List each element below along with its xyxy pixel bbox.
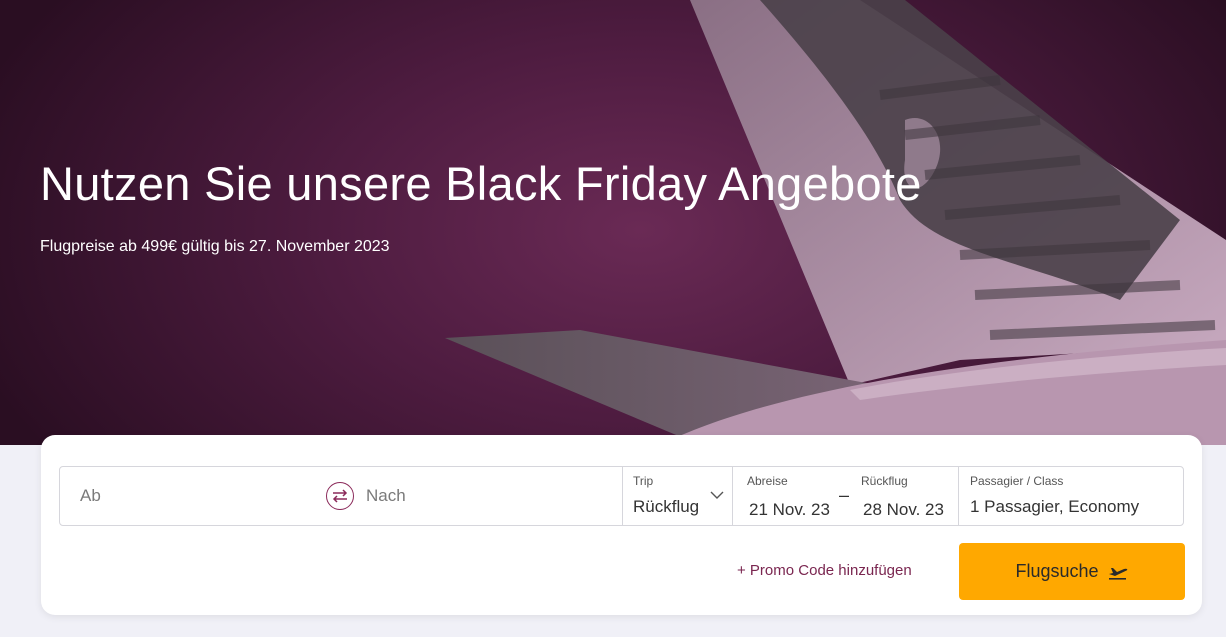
swap-button[interactable] bbox=[326, 482, 354, 510]
origin-placeholder: Ab bbox=[80, 486, 101, 505]
trip-value: Rückflug bbox=[633, 497, 700, 516]
return-label: Rückflug bbox=[861, 474, 908, 488]
search-button-label: Flugsuche bbox=[1015, 561, 1099, 581]
destination-placeholder: Nach bbox=[366, 486, 406, 505]
date-range-field[interactable]: Abreise 21 Nov. 23 – Rückflug 28 Nov. 23 bbox=[732, 466, 959, 526]
departure-label: Abreise bbox=[747, 474, 788, 488]
trip-type-select[interactable]: Trip Rückflug bbox=[622, 466, 733, 526]
swap-arrows-icon bbox=[332, 489, 348, 503]
hero-banner: Nutzen Sie unsere Black Friday Angebote … bbox=[0, 0, 1226, 445]
hero-title: Nutzen Sie unsere Black Friday Angebote bbox=[40, 157, 922, 210]
return-date[interactable]: 28 Nov. 23 bbox=[863, 500, 944, 520]
hero-subtitle: Flugpreise ab 499€ gültig bis 27. Novemb… bbox=[40, 238, 390, 255]
origin-field[interactable]: Ab bbox=[59, 466, 341, 526]
trip-label: Trip bbox=[633, 474, 654, 488]
flight-search-card: Ab Nach Trip Rückflug Abreise 21 Nov. 23… bbox=[41, 435, 1202, 615]
airplane-takeoff-icon bbox=[1108, 567, 1127, 580]
flight-search-button[interactable]: Flugsuche bbox=[959, 543, 1185, 600]
airplane-tail-illustration bbox=[445, 0, 1226, 445]
departure-date[interactable]: 21 Nov. 23 bbox=[749, 500, 830, 520]
date-separator: – bbox=[839, 485, 850, 505]
destination-field[interactable]: Nach bbox=[340, 466, 624, 526]
chevron-down-icon bbox=[710, 491, 724, 499]
passenger-class-field[interactable]: Passagier / Class 1 Passagier, Economy bbox=[958, 466, 1184, 526]
add-promo-code-link[interactable]: + Promo Code hinzufügen bbox=[737, 562, 912, 579]
passenger-value: 1 Passagier, Economy bbox=[970, 497, 1140, 516]
passenger-label: Passagier / Class bbox=[970, 474, 1064, 488]
